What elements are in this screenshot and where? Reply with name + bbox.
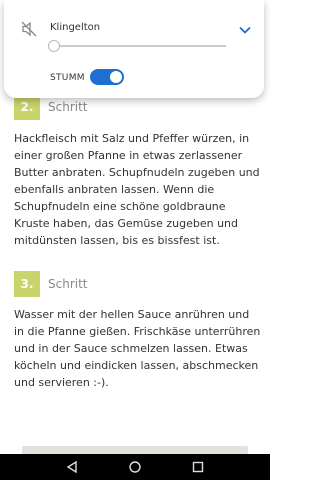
ringtone-volume-track[interactable] — [50, 45, 226, 47]
step-2-text: Hackfleisch mit Salz und Pfeffer würzen,… — [14, 132, 260, 247]
step-label: Schritt — [48, 100, 88, 114]
chevron-down-icon[interactable] — [238, 22, 252, 36]
recents-square-icon[interactable] — [190, 459, 206, 475]
back-triangle-icon[interactable] — [64, 459, 80, 475]
ringer-muted-icon[interactable] — [20, 20, 38, 38]
step-3-text: Wasser mit der hellen Sauce anrühren und… — [14, 308, 261, 389]
mute-label: STUMM — [50, 73, 85, 83]
step-number-badge: 3. — [14, 271, 40, 297]
ringtone-volume-thumb[interactable] — [48, 40, 60, 52]
volume-panel: Klingelton STUMM — [4, 0, 264, 98]
home-circle-icon[interactable] — [127, 459, 143, 475]
step-3-header: 3. Schritt — [14, 271, 88, 297]
mute-toggle[interactable] — [90, 69, 124, 85]
toggle-knob — [110, 71, 122, 83]
ringtone-label: Klingelton — [50, 22, 101, 33]
step-label: Schritt — [48, 277, 88, 291]
navigation-bar — [0, 454, 270, 480]
screen: 2. Schritt Hackfleisch mit Salz und Pfef… — [0, 0, 270, 480]
